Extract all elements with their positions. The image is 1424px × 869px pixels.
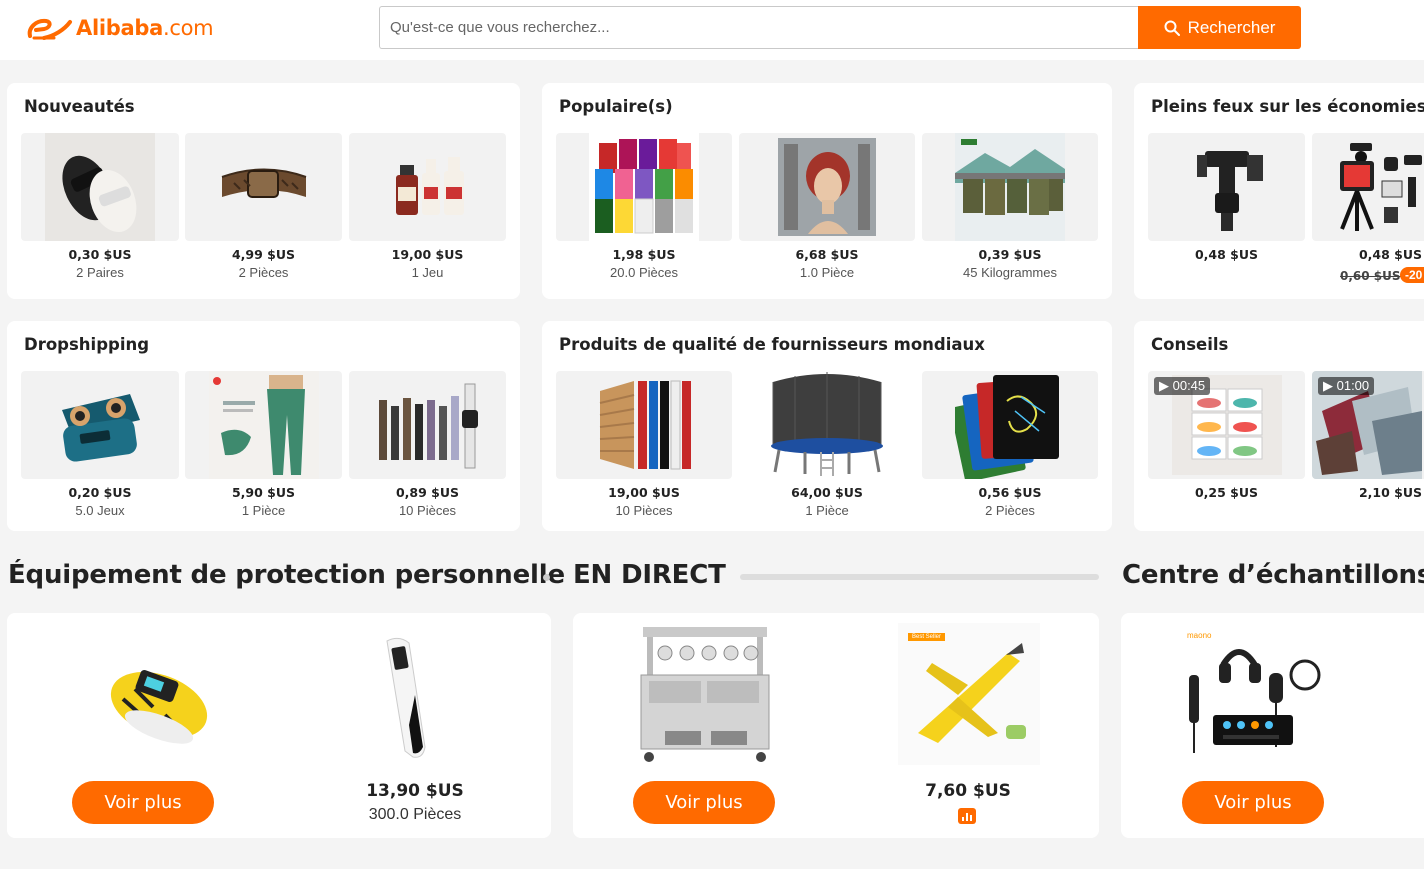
card-qualite: Produits de qualité de fournisseurs mond… xyxy=(542,321,1112,531)
belt-image[interactable] xyxy=(185,133,342,241)
card-dropshipping: Dropshipping 0,20 $US 5.0 Jeux 5,90 $US … xyxy=(7,321,520,531)
product-unit: 300.0 Pièces xyxy=(368,806,462,823)
best-seller-badge: Best Seller xyxy=(908,633,946,641)
card-title: Nouveautés xyxy=(24,97,135,116)
product-unit: 45 Kilogrammes xyxy=(963,265,1057,280)
search-button[interactable]: Rechercher xyxy=(1138,6,1301,49)
product-price: 7,60 $US xyxy=(925,781,1011,801)
product-unit: 1.0 Pièce xyxy=(799,265,855,280)
section-title-live: EN DIRECT xyxy=(573,560,726,590)
card-epi: Voir plus 13,90 $US 300.0 Pièces xyxy=(7,613,551,838)
search-bar: Rechercher xyxy=(379,6,1301,49)
product-price: 0,56 $US xyxy=(978,485,1042,500)
separator-dot xyxy=(543,574,550,581)
product-unit: 20.0 Pièces xyxy=(610,265,678,280)
product-unit: 1 Pièce xyxy=(241,503,286,518)
product-unit: 1 Pièce xyxy=(805,503,849,518)
product-price: 19,00 $US xyxy=(391,247,464,262)
hoodies-image[interactable] xyxy=(556,133,732,241)
voir-plus-button[interactable]: Voir plus xyxy=(1182,781,1324,824)
product-price: 64,00 $US xyxy=(791,485,863,500)
product-price: 5,90 $US xyxy=(231,485,296,500)
product-unit: 10 Pièces xyxy=(398,503,457,518)
card-title: Dropshipping xyxy=(24,335,150,354)
card-live: Best Seller Voir plus 7,60 $US xyxy=(573,613,1099,838)
search-button-label: Rechercher xyxy=(1187,17,1276,37)
ice-cream-machine-image[interactable] xyxy=(635,623,771,765)
brand-label: maono xyxy=(1187,631,1212,640)
live-stats-icon xyxy=(958,808,976,824)
slippers-image[interactable] xyxy=(21,133,179,241)
card-title: Populaire(s) xyxy=(559,97,673,116)
live-progress-bar xyxy=(740,574,1099,580)
sprinkler-image[interactable] xyxy=(1148,133,1305,241)
logo-text: Alibaba.com xyxy=(76,16,214,40)
product-price: 0,48 $US xyxy=(1194,247,1259,262)
product-unit: 1 Jeu xyxy=(411,265,444,280)
card-populaire: Populaire(s) 1,98 $US 20.0 Pièces 6,68 $… xyxy=(542,83,1112,299)
card-conseils: Conseils ▶ 00:45 0,25 $US ▶ 01:00 2,10 $… xyxy=(1134,321,1424,531)
thermometer-image[interactable] xyxy=(379,635,439,761)
trampoline-image[interactable] xyxy=(739,371,915,479)
product-unit: 2 Pièces xyxy=(985,503,1035,518)
search-input[interactable] xyxy=(379,6,1138,49)
section-title-samples: Centre d’échantillons xyxy=(1122,560,1424,590)
card-nouveautes: Nouveautés 0,30 $US 2 Paires 4,99 $US 2 … xyxy=(7,83,520,299)
product-price: 13,90 $US xyxy=(366,781,464,801)
drawing-tablets-image[interactable] xyxy=(922,371,1098,479)
watch-bands-image[interactable] xyxy=(349,371,506,479)
header: Alibaba.com Rechercher xyxy=(0,0,1424,60)
product-unit: 10 Pièces xyxy=(615,503,673,518)
voir-plus-button[interactable]: Voir plus xyxy=(72,781,214,824)
product-price: 0,39 $US xyxy=(978,247,1042,262)
bottles-image[interactable] xyxy=(349,133,506,241)
card-samples: maono Voir plus xyxy=(1121,613,1424,838)
alibaba-logo[interactable]: Alibaba.com xyxy=(24,12,214,44)
podcast-kit-image[interactable]: maono xyxy=(1183,625,1325,765)
product-price: 2,10 $US xyxy=(1358,485,1423,500)
product-price: 0,20 $US xyxy=(68,485,132,500)
product-price: 1,98 $US xyxy=(612,247,676,262)
card-economies: Pleins feux sur les économies 0,48 $US 0… xyxy=(1134,83,1424,299)
product-price: 19,00 $US xyxy=(608,485,680,500)
product-price: 4,99 $US xyxy=(231,247,296,262)
card-title: Pleins feux sur les économies xyxy=(1151,97,1424,116)
video-duration-badge: ▶ 01:00 xyxy=(1318,377,1375,395)
pulse-oximeter-image[interactable] xyxy=(101,645,217,755)
earbuds-image[interactable] xyxy=(21,371,179,479)
product-price: 0,25 $US xyxy=(1194,485,1259,500)
shorts-image[interactable] xyxy=(922,133,1098,241)
product-price: 0,48 $US xyxy=(1358,247,1423,262)
panels-image[interactable] xyxy=(556,371,732,479)
section-title-epi: Équipement de protection personnelle xyxy=(8,560,565,590)
product-price: 0,89 $US xyxy=(395,485,460,500)
leggings-image[interactable] xyxy=(185,371,342,479)
old-price: 0,60 $US xyxy=(1340,269,1401,283)
vlog-kit-image[interactable] xyxy=(1312,133,1424,241)
product-unit: 5.0 Jeux xyxy=(75,503,125,518)
toy-plane-image[interactable]: Best Seller xyxy=(898,623,1040,765)
search-icon xyxy=(1164,20,1180,36)
card-title: Conseils xyxy=(1151,335,1229,354)
alibaba-logo-icon xyxy=(27,18,72,40)
product-unit: 2 Pièces xyxy=(238,265,289,280)
wig-image[interactable] xyxy=(739,133,915,241)
product-unit: 2 Paires xyxy=(76,265,124,280)
voir-plus-button[interactable]: Voir plus xyxy=(633,781,775,824)
product-price: 0,30 $US xyxy=(68,247,132,262)
product-price: 6,68 $US xyxy=(795,247,859,262)
discount-badge: -20 xyxy=(1400,267,1424,283)
video-duration-badge: ▶ 00:45 xyxy=(1154,377,1211,395)
card-title: Produits de qualité de fournisseurs mond… xyxy=(559,335,985,354)
